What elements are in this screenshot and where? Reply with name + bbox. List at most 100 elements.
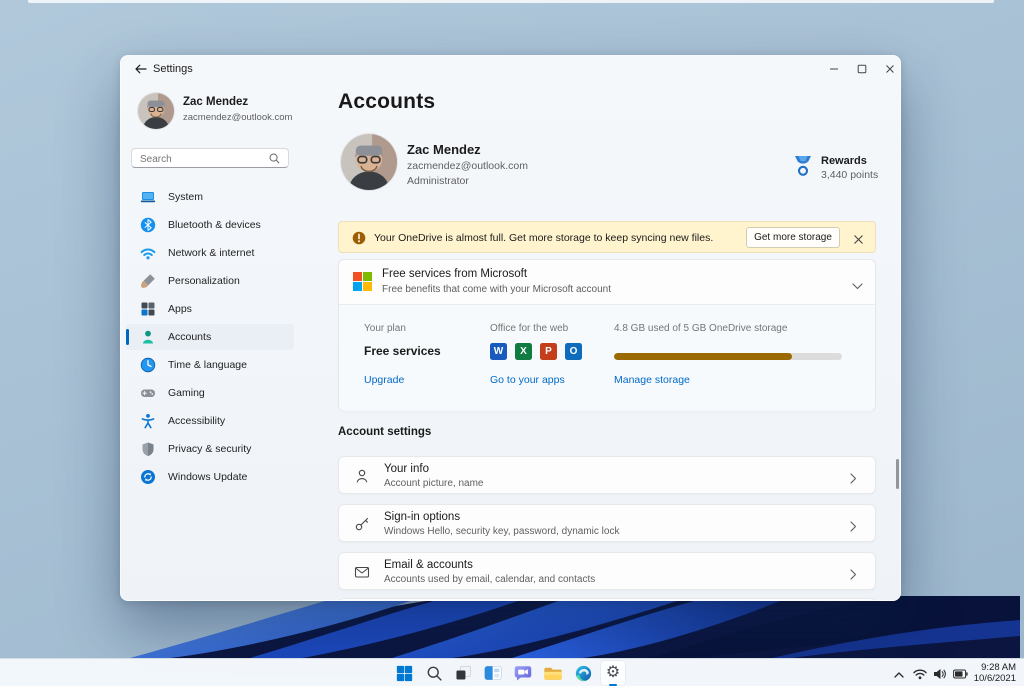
tray-volume-icon[interactable]	[933, 667, 947, 685]
banner-message: Your OneDrive is almost full. Get more s…	[374, 232, 714, 244]
sidebar-item-label: Windows Update	[168, 471, 248, 483]
chevron-right-icon	[850, 567, 857, 585]
laptop-icon	[140, 189, 156, 205]
free-services-header[interactable]: Free services from Microsoft Free benefi…	[339, 260, 875, 304]
task-view-icon[interactable]	[451, 661, 475, 685]
sidebar-item-apps[interactable]: Apps	[126, 296, 294, 322]
sidebar-item-label: Time & language	[168, 359, 247, 371]
gear-icon: ⚙	[605, 664, 621, 681]
sidebar-item-gaming[interactable]: Gaming	[126, 380, 294, 406]
clock-date: 10/6/2021	[973, 673, 1016, 684]
plan-name: Free services	[364, 344, 441, 358]
account-settings-header: Account settings	[338, 426, 432, 438]
sidebar-item-time-language[interactable]: Time & language	[126, 352, 294, 378]
bloom-wallpaper	[130, 596, 1020, 658]
manage-storage-link[interactable]: Manage storage	[614, 374, 690, 386]
rewards-icon	[793, 155, 813, 182]
wifi-icon	[140, 245, 156, 261]
tray-chevron-up-icon[interactable]	[893, 667, 905, 685]
selected-accent-pill	[126, 329, 129, 345]
file-explorer-icon[interactable]	[541, 661, 565, 685]
gamepad-icon	[140, 385, 156, 401]
sidebar-item-label: Network & internet	[168, 247, 255, 259]
sidebar-item-label: Bluetooth & devices	[168, 219, 261, 231]
start-button-icon[interactable]	[392, 661, 416, 685]
sidebar-item-privacy[interactable]: Privacy & security	[126, 436, 294, 462]
taskbar-search-icon[interactable]	[422, 661, 446, 685]
rewards-label[interactable]: Rewards	[821, 155, 867, 167]
row-title: Email & accounts	[384, 559, 473, 571]
next-row-partial	[338, 598, 876, 600]
person-outline-icon	[353, 467, 371, 490]
storage-usage-label: 4.8 GB used of 5 GB OneDrive storage	[614, 323, 788, 334]
banner-close-icon[interactable]	[853, 232, 864, 250]
get-more-storage-button[interactable]: Get more storage	[746, 227, 840, 248]
sidebar-item-label: Accessibility	[168, 415, 226, 427]
apps-grid-icon	[140, 301, 156, 317]
row-subtitle: Account picture, name	[384, 478, 484, 489]
upgrade-link[interactable]: Upgrade	[364, 374, 404, 386]
profile-role: Administrator	[407, 175, 469, 187]
clock-icon	[140, 357, 156, 373]
sidebar-item-personalization[interactable]: Personalization	[126, 268, 294, 294]
warning-icon	[352, 231, 366, 250]
word-icon[interactable]: W	[490, 343, 507, 360]
excel-icon[interactable]: X	[515, 343, 532, 360]
taskbar: ⚙ 9:28 AM 10/6/2021	[0, 658, 1024, 686]
sidebar-item-windows-update[interactable]: Windows Update	[126, 464, 294, 490]
rewards-points: 3,440 points	[821, 169, 879, 181]
office-apps-row: W X P O	[490, 343, 582, 360]
sidebar-item-accessibility[interactable]: Accessibility	[126, 408, 294, 434]
update-icon	[140, 469, 156, 485]
bluetooth-icon	[140, 217, 156, 233]
sidebar-user-email: zacmendez@outlook.com	[183, 112, 293, 123]
go-to-apps-link[interactable]: Go to your apps	[490, 374, 565, 386]
sidebar-item-label: Personalization	[168, 275, 240, 287]
tray-battery-icon[interactable]	[953, 667, 968, 685]
chat-icon[interactable]	[511, 661, 535, 685]
plan-panel: Your plan Free services Upgrade Office f…	[339, 304, 875, 411]
sidebar-item-bluetooth[interactable]: Bluetooth & devices	[126, 212, 294, 238]
clock-time: 9:28 AM	[981, 662, 1016, 673]
sidebar-item-system[interactable]: System	[126, 184, 294, 210]
edge-icon[interactable]	[571, 661, 595, 685]
accessibility-icon	[140, 413, 156, 429]
scrollbar-thumb[interactable]	[896, 459, 899, 489]
tray-wifi-icon[interactable]	[913, 667, 927, 685]
profile-email: zacmendez@outlook.com	[407, 160, 528, 172]
onedrive-banner: Your OneDrive is almost full. Get more s…	[338, 221, 876, 253]
brush-icon	[140, 273, 156, 289]
sign-in-options-row[interactable]: Sign-in options Windows Hello, security …	[338, 504, 876, 542]
email-accounts-row[interactable]: Email & accounts Accounts used by email,…	[338, 552, 876, 590]
person-icon	[140, 329, 156, 345]
tray-clock[interactable]: 9:28 AM 10/6/2021	[974, 662, 1016, 684]
chevron-down-icon[interactable]	[852, 277, 863, 295]
sidebar-item-label: Gaming	[168, 387, 205, 399]
shield-icon	[140, 441, 156, 457]
chevron-right-icon	[850, 519, 857, 537]
your-info-row[interactable]: Your info Account picture, name	[338, 456, 876, 494]
search-box[interactable]	[131, 148, 289, 170]
outlook-icon[interactable]: O	[565, 343, 582, 360]
sidebar-avatar[interactable]	[138, 93, 174, 129]
your-plan-label: Your plan	[364, 323, 406, 334]
office-web-label: Office for the web	[490, 323, 569, 334]
settings-taskbar-icon[interactable]: ⚙	[601, 661, 625, 686]
search-icon	[268, 152, 281, 170]
key-icon	[353, 515, 371, 538]
sidebar-item-accounts[interactable]: Accounts	[126, 324, 294, 350]
powerpoint-icon[interactable]: P	[540, 343, 557, 360]
page-title: Accounts	[338, 90, 436, 113]
free-services-card: Free services from Microsoft Free benefi…	[338, 259, 876, 411]
main-content: Accounts Zac Mendez zacmendez@outlook.co…	[321, 56, 900, 600]
sidebar-item-label: Apps	[168, 303, 192, 315]
sidebar-item-network[interactable]: Network & internet	[126, 240, 294, 266]
search-input[interactable]	[132, 150, 260, 169]
sidebar: Zac Mendez zacmendez@outlook.com System …	[121, 56, 321, 600]
profile-avatar[interactable]	[341, 134, 397, 190]
storage-progress-bar	[614, 353, 842, 360]
profile-name: Zac Mendez	[407, 142, 481, 157]
row-subtitle: Windows Hello, security key, password, d…	[384, 526, 620, 537]
row-subtitle: Accounts used by email, calendar, and co…	[384, 574, 596, 585]
widgets-icon[interactable]	[481, 661, 505, 685]
